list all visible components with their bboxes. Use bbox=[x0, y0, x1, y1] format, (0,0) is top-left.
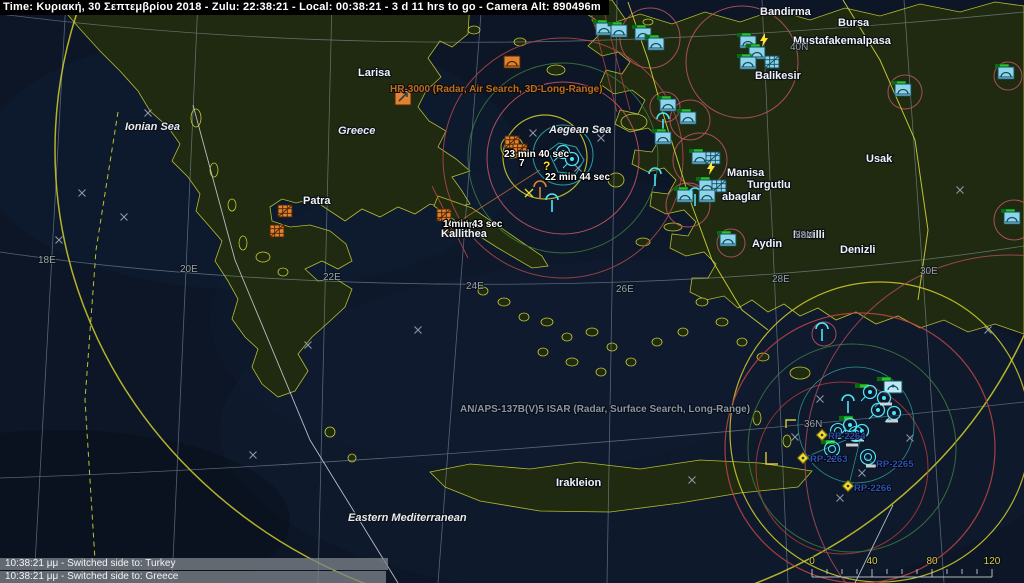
island bbox=[696, 298, 708, 306]
city-label: Usak bbox=[866, 153, 893, 165]
city-label: Turgutlu bbox=[747, 179, 791, 191]
city-label: Aydin bbox=[752, 238, 782, 250]
island bbox=[636, 238, 650, 246]
island bbox=[519, 313, 529, 321]
grid-label: 30E bbox=[920, 266, 938, 277]
island bbox=[547, 65, 565, 75]
facility-icon[interactable] bbox=[655, 132, 671, 144]
island bbox=[325, 427, 335, 437]
time-status-bar: Time: Κυριακή, 30 Σεπτεμβρίου 2018 - Zul… bbox=[0, 0, 609, 15]
grid-label: 36N bbox=[804, 419, 822, 430]
city-label: Irakleion bbox=[556, 477, 602, 489]
grid-label: 38N bbox=[795, 230, 813, 241]
grid-label: 18E bbox=[38, 255, 56, 266]
weapon-timer-label: 23 min 40 sec bbox=[504, 149, 569, 160]
sea-label: Ionian Sea bbox=[125, 121, 180, 133]
island bbox=[643, 19, 653, 25]
island bbox=[790, 367, 810, 379]
sensor-label: HR-3000 (Radar, Air Search, 3D-Long-Rang… bbox=[390, 84, 602, 95]
facility-icon[interactable] bbox=[504, 56, 520, 68]
facility-icon[interactable] bbox=[648, 38, 664, 50]
installation-icon[interactable] bbox=[706, 152, 720, 164]
facility-icon[interactable] bbox=[699, 190, 715, 202]
island bbox=[541, 318, 553, 326]
log-message: 10:38:21 μμ - Switched side to: Turkey bbox=[0, 558, 388, 570]
status-bar bbox=[886, 420, 898, 423]
sea-label: Greece bbox=[338, 125, 375, 137]
facility-icon[interactable] bbox=[1004, 212, 1020, 224]
sea-label: Aegean Sea bbox=[548, 124, 611, 136]
island bbox=[626, 358, 636, 366]
island bbox=[607, 343, 617, 351]
facility-icon[interactable] bbox=[677, 190, 693, 202]
island bbox=[652, 338, 662, 346]
facility-icon[interactable] bbox=[740, 57, 756, 69]
grid-label: 22E bbox=[323, 272, 341, 283]
city-label: Bandirma bbox=[760, 6, 812, 18]
grid-label: 40N bbox=[790, 42, 808, 53]
island bbox=[498, 298, 510, 306]
installation-icon[interactable] bbox=[765, 56, 779, 68]
island bbox=[783, 435, 791, 447]
scale-tick-label: 0 bbox=[809, 556, 815, 567]
island bbox=[621, 114, 647, 130]
game-window: Ionian Sea Aegean Sea Eastern Mediterranea… bbox=[0, 0, 1024, 583]
sea-label: Eastern Mediterranean bbox=[348, 512, 467, 524]
island bbox=[228, 199, 236, 211]
island bbox=[538, 348, 548, 356]
unknown-contact-mark: ? bbox=[543, 159, 550, 173]
island bbox=[239, 236, 247, 250]
island bbox=[737, 338, 747, 346]
installation-icon[interactable] bbox=[270, 225, 284, 237]
scale-tick-label: 40 bbox=[866, 556, 878, 567]
grid-label: 26E bbox=[616, 284, 634, 295]
island bbox=[664, 223, 682, 231]
airfield-icon[interactable] bbox=[884, 381, 902, 393]
weapon-timer-label: 7 bbox=[519, 158, 525, 169]
island bbox=[678, 328, 688, 336]
map-canvas[interactable]: Ionian Sea Aegean Sea Eastern Mediterranea… bbox=[0, 0, 1024, 583]
city-label: Patra bbox=[303, 195, 331, 207]
city-label: Denizli bbox=[840, 244, 875, 256]
sensor-label: AN/APS-137B(V)5 ISAR (Radar, Surface Sea… bbox=[460, 404, 750, 415]
scale-tick-label: 120 bbox=[984, 556, 1001, 567]
weapon-timer-label: 22 min 44 sec bbox=[545, 172, 610, 183]
island bbox=[468, 26, 480, 34]
scale-tick-label: 80 bbox=[926, 556, 938, 567]
status-bar bbox=[877, 377, 891, 381]
grid-label: 20E bbox=[180, 264, 198, 275]
reference-point-label: RP-2264 bbox=[828, 431, 866, 442]
island bbox=[608, 173, 624, 187]
island bbox=[210, 163, 218, 177]
grid-label: 28E bbox=[772, 274, 790, 285]
island bbox=[562, 333, 572, 341]
installation-icon[interactable] bbox=[278, 205, 292, 217]
status-bar bbox=[880, 403, 892, 406]
facility-icon[interactable] bbox=[660, 99, 676, 111]
island bbox=[566, 358, 578, 366]
city-label: Bursa bbox=[838, 17, 870, 29]
status-bar bbox=[846, 444, 858, 447]
city-label: Manisa bbox=[727, 167, 765, 179]
facility-icon[interactable] bbox=[611, 25, 627, 37]
island bbox=[586, 328, 598, 336]
weapon-timer-label: 1 min 43 sec bbox=[443, 219, 503, 230]
reference-point-label: RP-2266 bbox=[854, 483, 892, 494]
grid-label: 24E bbox=[466, 281, 484, 292]
facility-icon[interactable] bbox=[680, 112, 696, 124]
log-message: 10:38:21 μμ - Switched side to: Greece bbox=[0, 571, 386, 583]
island bbox=[716, 318, 728, 326]
island bbox=[256, 252, 270, 262]
facility-icon[interactable] bbox=[998, 67, 1014, 79]
city-label: abaglar bbox=[722, 191, 762, 203]
city-label: Larisa bbox=[358, 67, 391, 79]
facility-icon[interactable] bbox=[895, 84, 911, 96]
city-label: Balikesir bbox=[755, 70, 802, 82]
facility-icon[interactable] bbox=[720, 234, 736, 246]
island bbox=[596, 368, 606, 376]
island bbox=[278, 268, 288, 276]
reference-point-label: RP-2265 bbox=[876, 459, 914, 470]
reference-point-label: RP-2263 bbox=[810, 454, 848, 465]
